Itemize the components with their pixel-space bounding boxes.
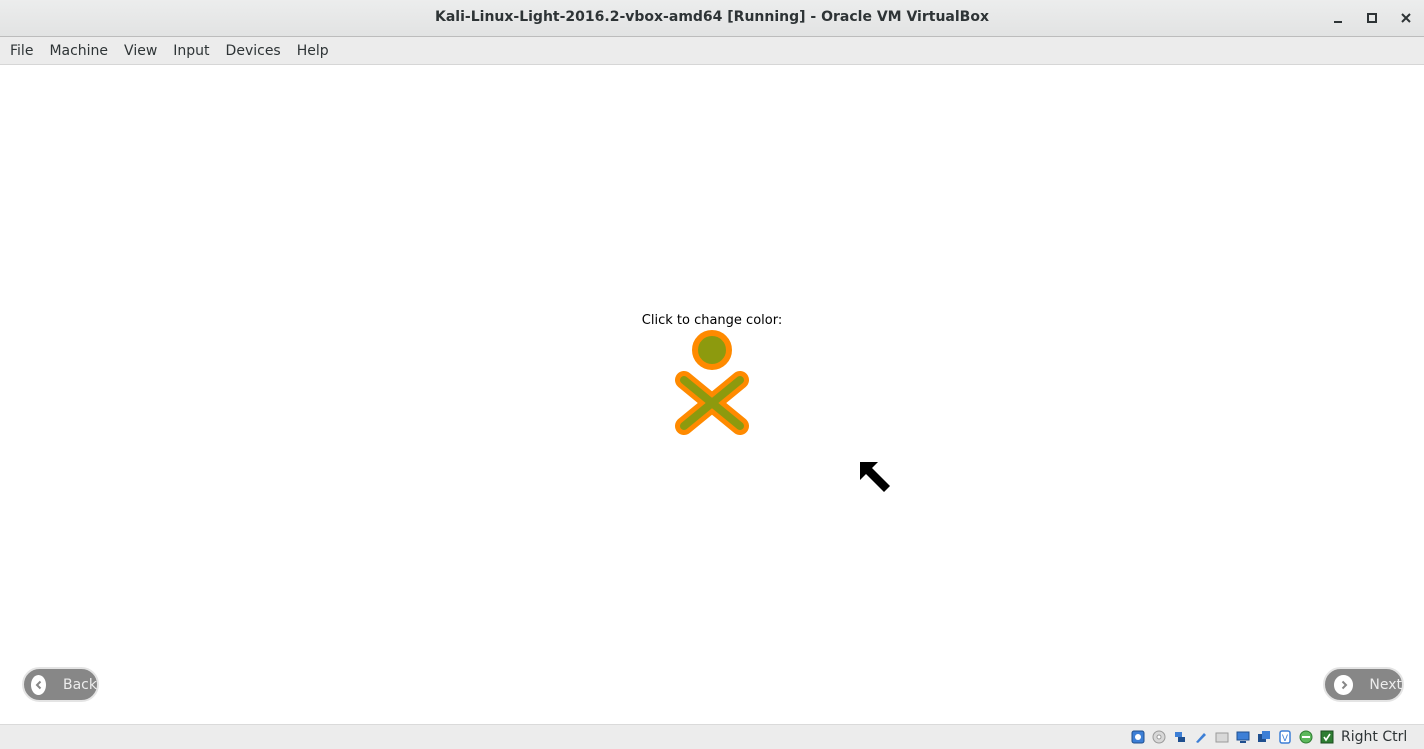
minimize-button[interactable] [1326, 6, 1350, 30]
next-label: Next [1369, 676, 1402, 693]
maximize-icon [1367, 13, 1377, 23]
chevron-left-icon [31, 674, 46, 695]
close-icon [1401, 13, 1411, 23]
usb-icon[interactable] [1172, 729, 1188, 745]
mouse-integration-icon[interactable]: V [1277, 729, 1293, 745]
window-title: Kali-Linux-Light-2016.2-vbox-amd64 [Runn… [435, 9, 989, 25]
back-label: Back [63, 676, 97, 693]
menu-machine[interactable]: Machine [41, 37, 116, 65]
window-titlebar[interactable]: Kali-Linux-Light-2016.2-vbox-amd64 [Runn… [0, 0, 1424, 37]
xo-person-icon[interactable] [672, 330, 752, 438]
optical-drive-icon[interactable] [1151, 729, 1167, 745]
cpu-icon[interactable] [1319, 729, 1335, 745]
menu-devices[interactable]: Devices [218, 37, 289, 65]
guest-additions-icon[interactable] [1298, 729, 1314, 745]
vm-display[interactable]: Click to change color: Back Next [0, 65, 1424, 724]
maximize-button[interactable] [1360, 6, 1384, 30]
menubar: File Machine View Input Devices Help [0, 37, 1424, 65]
chevron-right-icon [1334, 674, 1354, 695]
close-button[interactable] [1394, 6, 1418, 30]
status-icons: V [1130, 729, 1335, 745]
video-capture-icon[interactable] [1256, 729, 1272, 745]
menu-file[interactable]: File [2, 37, 41, 65]
menu-view[interactable]: View [116, 37, 165, 65]
menu-input[interactable]: Input [165, 37, 217, 65]
host-key-label[interactable]: Right Ctrl [1341, 729, 1407, 745]
display-icon[interactable] [1214, 729, 1230, 745]
change-color-prompt: Click to change color: [641, 313, 783, 328]
statusbar: V Right Ctrl [0, 724, 1424, 749]
next-button[interactable]: Next [1323, 667, 1404, 702]
back-button[interactable]: Back [22, 667, 99, 702]
minimize-icon [1334, 21, 1342, 23]
shared-folders-icon[interactable] [1193, 729, 1209, 745]
hard-disk-icon[interactable] [1130, 729, 1146, 745]
menu-help[interactable]: Help [289, 37, 337, 65]
mouse-cursor-icon [860, 462, 890, 492]
network-icon[interactable] [1235, 729, 1251, 745]
svg-text:V: V [1282, 734, 1289, 744]
